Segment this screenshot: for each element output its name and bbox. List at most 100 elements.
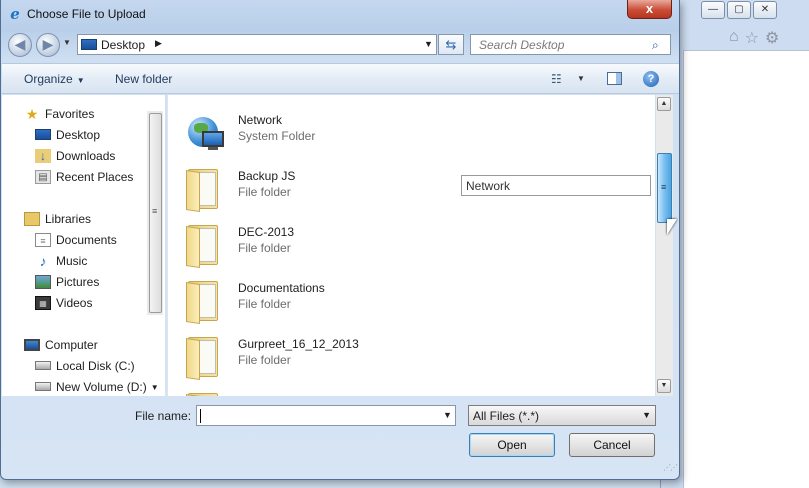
file-name-dropdown-icon[interactable]: ▼ [443,410,452,420]
chevron-down-icon: ▼ [76,76,85,85]
rename-tooltip-box[interactable]: Network [461,175,651,196]
file-pane-scroll-thumb[interactable]: ≡ [657,153,672,223]
computer-icon [24,338,40,351]
nav-item-downloads[interactable]: ↓ Downloads [35,148,115,166]
file-name-label: File name: [135,409,192,423]
nav-item-desktop[interactable]: Desktop [35,127,100,145]
nav-item-recent-places[interactable]: ▤ Recent Places [35,169,133,187]
nav-item-label: Videos [56,295,93,310]
nav-item-favorites[interactable]: ★ Favorites [24,105,95,124]
help-icon[interactable]: ? [643,71,659,87]
file-item-documentations[interactable]: Documentations File folder [180,275,480,325]
local-disk-icon [35,361,51,371]
nav-item-label: Documents [56,232,117,247]
file-item-gurpreet[interactable]: Gurpreet_16_12_2013 File folder [180,331,480,381]
new-folder-button[interactable]: New folder [115,72,172,86]
downloads-icon: ↓ [35,148,51,163]
cancel-button[interactable]: Cancel [569,433,655,457]
star-icon: ★ [25,105,39,122]
refresh-button[interactable]: ⇆ [438,34,464,55]
file-item-partial[interactable] [180,387,480,396]
search-icon[interactable]: ⌕ [652,38,665,52]
file-name: Network [238,113,283,127]
grip-icon: ≡ [152,206,158,216]
file-name: DEC-2013 [238,225,295,239]
desktop-icon [81,39,97,50]
search-input[interactable]: Search Desktop ⌕ [470,34,671,55]
forward-button[interactable]: ▶ [36,33,60,57]
browser-maximize-button[interactable]: ▢ [727,1,751,19]
dialog-titlebar[interactable]: e Choose File to Upload x [1,0,679,28]
grip-icon: ≡ [661,182,667,192]
nav-item-documents[interactable]: ≡ Documents [35,232,117,250]
resize-grip-icon[interactable]: ⋰⋰ [663,463,678,472]
recent-places-icon: ▤ [35,169,51,184]
file-list-pane: Network System Folder Backup JS File fol… [167,95,655,396]
folder-icon [184,335,224,380]
file-name: Documentations [238,281,325,295]
nav-item-label: Desktop [56,127,101,142]
internet-explorer-icon: e [10,5,20,23]
command-toolbar: Organize ▼ New folder ☷ ▼ ? [2,63,679,94]
videos-icon: ▦ [35,295,51,310]
navigation-pane: ★ Favorites Desktop ↓ Downloads ▤ Recent Pl… [2,95,165,396]
nav-item-label: Downloads [56,148,116,163]
open-button[interactable]: Open [469,433,555,457]
nav-item-music[interactable]: ♪ Music [35,253,88,271]
address-bar[interactable]: Desktop ▶ ▼ [77,34,437,55]
recent-locations-chevron-icon[interactable]: ▼ [63,38,71,47]
background-browser-window: — ▢ ✕ ⌂ ☆ ⚙ [660,0,809,488]
nav-item-computer[interactable]: Computer [24,337,98,355]
browser-window-controls: — ▢ ✕ [701,1,777,19]
choose-file-dialog: e Choose File to Upload x ◀ ▶ ▼ Desktop … [0,0,680,480]
nav-pane-scroll-thumb[interactable]: ≡ [149,113,162,313]
desktop-icon [35,129,51,141]
nav-item-label: Pictures [56,274,100,289]
close-button[interactable]: x [627,0,672,19]
pictures-icon [35,274,51,289]
nav-item-new-volume-d[interactable]: New Volume (D:) ▼ [35,379,159,396]
home-icon[interactable]: ⌂ [729,28,739,48]
file-type: File folder [238,241,291,255]
file-type: File folder [238,353,291,367]
favorites-star-icon[interactable]: ☆ [745,28,759,48]
address-separator-chevron-icon[interactable]: ▶ [155,38,162,49]
file-type: System Folder [238,129,316,143]
folder-icon [184,167,224,212]
address-dropdown-icon[interactable]: ▼ [424,39,433,49]
preview-pane-icon[interactable] [607,72,622,85]
file-type: File folder [238,185,291,199]
file-item-network[interactable]: Network System Folder [180,107,480,157]
nav-item-pictures[interactable]: Pictures [35,274,99,292]
documents-icon: ≡ [35,232,51,247]
file-pane-scrollbar[interactable]: ▲ ≡ ▼ [656,95,673,396]
file-type-select[interactable]: All Files (*.*) ▼ [468,405,656,426]
nav-pane-scrollbar[interactable]: ≡ [147,111,163,315]
folder-icon [184,391,224,396]
settings-gear-icon[interactable]: ⚙ [765,28,779,48]
address-location[interactable]: Desktop [101,38,145,52]
browser-close-button[interactable]: ✕ [753,1,777,19]
scroll-down-arrow-icon[interactable]: ▼ [657,379,671,393]
libraries-icon [24,211,40,226]
nav-item-local-disk-c[interactable]: Local Disk (C:) [35,358,135,376]
browser-minimize-button[interactable]: — [701,1,725,19]
organize-button[interactable]: Organize ▼ [24,72,85,86]
file-item-backup-js[interactable]: Backup JS File folder [180,163,480,213]
file-name-input[interactable]: ▼ [196,405,456,426]
chevron-down-icon[interactable]: ▼ [151,383,159,392]
nav-item-label: New Volume (D:) [56,379,147,394]
text-caret [200,409,201,423]
browser-content-area [683,50,809,488]
chevron-down-icon[interactable]: ▼ [642,410,651,420]
mouse-cursor-icon [667,219,677,235]
scroll-up-arrow-icon[interactable]: ▲ [657,97,671,111]
change-view-icon[interactable]: ☷ [551,72,562,86]
nav-item-videos[interactable]: ▦ Videos [35,295,92,313]
file-item-dec-2013[interactable]: DEC-2013 File folder [180,219,480,269]
search-placeholder: Search Desktop [479,38,565,52]
nav-item-libraries[interactable]: Libraries [24,211,91,229]
file-type-value: All Files (*.*) [473,409,540,423]
views-chevron-down-icon[interactable]: ▼ [577,74,585,83]
back-button[interactable]: ◀ [8,33,32,57]
